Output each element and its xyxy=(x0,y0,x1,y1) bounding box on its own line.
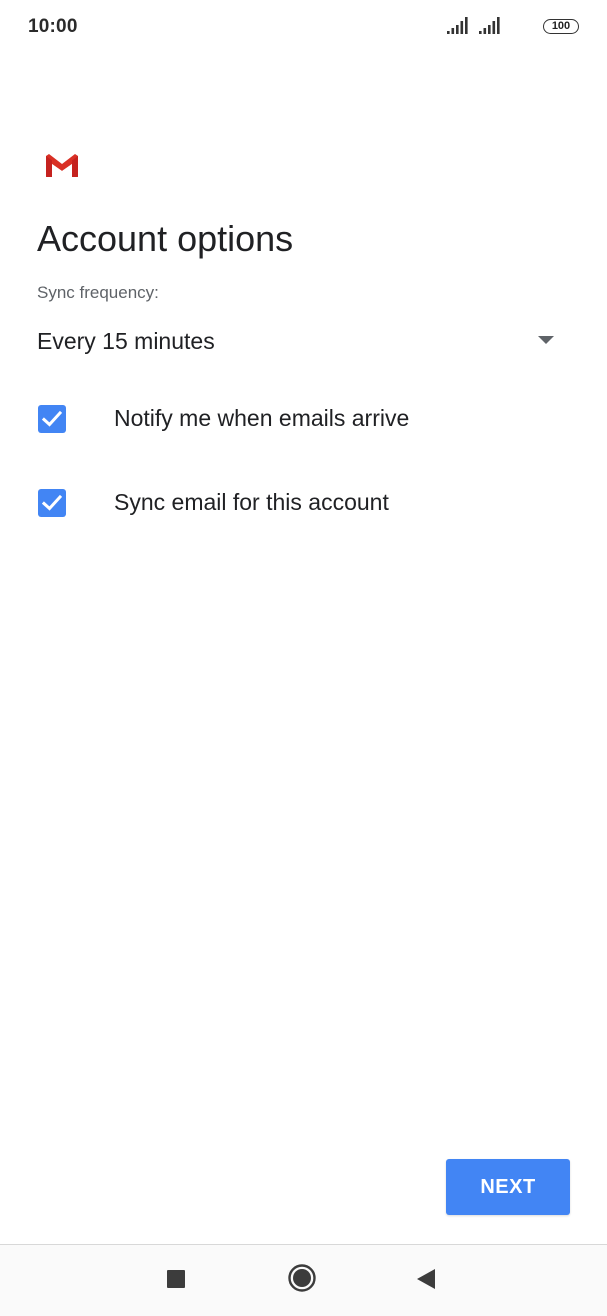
next-button[interactable]: NEXT xyxy=(446,1159,570,1215)
battery-icon: 100 xyxy=(543,19,579,34)
dropdown-arrow-icon xyxy=(538,336,554,344)
recents-square-icon[interactable] xyxy=(167,1270,185,1288)
sync-frequency-label: Sync frequency: xyxy=(37,283,159,302)
sync-email-option-label: Sync email for this account xyxy=(114,489,389,515)
status-bar: 10:00 100 xyxy=(0,0,607,54)
sync-email-checkbox[interactable] xyxy=(38,489,66,517)
back-triangle-icon[interactable] xyxy=(416,1268,436,1290)
navigation-bar xyxy=(0,1244,607,1316)
notify-option-label: Notify me when emails arrive xyxy=(114,405,410,431)
battery-level: 100 xyxy=(551,20,571,32)
sync-frequency-dropdown[interactable]: Every 15 minutes xyxy=(37,320,557,364)
checkmark-icon xyxy=(42,494,62,511)
sync-frequency-value: Every 15 minutes xyxy=(37,328,215,354)
notify-checkbox[interactable] xyxy=(38,405,66,433)
signal-icon xyxy=(447,17,468,34)
home-circle-icon[interactable] xyxy=(288,1264,316,1292)
sync-email-option-row[interactable]: Sync email for this account xyxy=(37,475,577,531)
status-time: 10:00 xyxy=(28,16,78,37)
signal-icon xyxy=(479,17,500,34)
page-title: Account options xyxy=(37,218,294,259)
account-options-screen: 10:00 100 Account options Sync frequency… xyxy=(0,0,607,1316)
gmail-logo-icon xyxy=(46,154,78,177)
notify-option-row[interactable]: Notify me when emails arrive xyxy=(37,391,577,447)
checkmark-icon xyxy=(42,410,62,427)
